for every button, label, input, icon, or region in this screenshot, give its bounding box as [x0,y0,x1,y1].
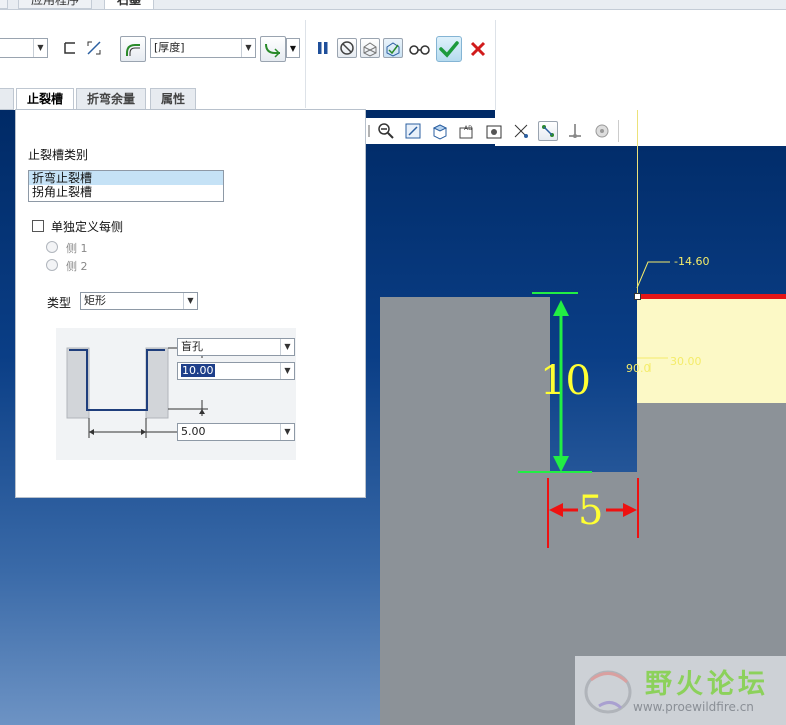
tab-bend-allowance[interactable]: 折弯余量 [76,88,147,110]
dimension-angle[interactable]: 90.0 [626,362,651,375]
list-item[interactable]: 拐角止裂槽 [29,185,223,199]
list-item[interactable]: 折弯止裂槽 [29,171,223,185]
ribbon-tab-bar: 应用程序 石墨 [0,0,786,10]
chevron-down-icon: ▼ [183,293,197,309]
plane-display-icon[interactable] [511,121,531,141]
refit-icon[interactable] [403,121,423,141]
placement-combo[interactable]: ▼ [0,38,48,58]
watermark-url: www.proewildfire.cn [633,700,754,714]
toolbar-overflow [366,121,372,141]
apply-checkmark-button[interactable] [436,36,462,62]
chevron-down-icon: ▼ [280,424,294,440]
attached-preview-icon[interactable] [360,38,380,58]
flip-direction-icon[interactable] [84,38,104,58]
forum-logo [584,670,632,714]
bend-radius-dropdown[interactable]: ▼ [286,38,300,58]
relief-diagram: 盲孔 ▼ 10.00 ▼ 5.00 ▼ [56,328,296,460]
tab-relief[interactable]: 止裂槽 [16,88,75,110]
glasses-preview-icon[interactable] [408,38,432,58]
depth-type-combo[interactable]: 盲孔 ▼ [177,338,295,356]
width-value-combo[interactable]: 5.00 ▼ [177,423,295,441]
tab-partial-left[interactable] [0,88,14,110]
side-offset-icon[interactable] [60,38,80,58]
tab-graphite[interactable]: 石墨 [104,0,155,9]
view-orientation-icon[interactable] [430,121,450,141]
relief-category-list[interactable]: 折弯止裂槽 拐角止裂槽 [28,170,224,202]
dimension-depth-label[interactable]: 10 [540,358,591,404]
pause-icon[interactable] [313,38,333,58]
bend-radius-side-icon[interactable] [260,36,286,62]
thickness-side-icon[interactable] [120,36,146,62]
annotation-display-icon[interactable] [592,121,612,141]
depth-value-combo[interactable]: 10.00 ▼ [177,362,295,380]
tab-properties[interactable]: 属性 [150,88,197,110]
chevron-down-icon: ▼ [289,43,297,53]
watermark-title: 野火论坛 [645,669,769,700]
view-manager-icon[interactable] [484,121,504,141]
dimension-right[interactable]: 30.00 [670,355,702,368]
ribbon-separator [495,20,496,110]
dashboard-subtabs: 止裂槽 折弯余量 属性 [0,88,310,110]
saved-views-icon[interactable]: AB [457,121,477,141]
view-toolbar: AB [366,118,620,144]
zoom-out-icon[interactable] [376,121,396,141]
tab-applications[interactable]: 应用程序 [18,0,93,9]
tab-partial[interactable] [0,0,8,9]
side2-label: 侧 2 [66,260,88,273]
define-each-side-label: 单独定义每侧 [51,220,124,234]
side2-radio[interactable] [46,259,58,271]
side1-radio[interactable] [46,241,58,253]
no-preview-icon[interactable] [337,38,357,58]
dimension-width-label[interactable]: 5 [578,488,603,534]
dimension-offset[interactable]: -14.60 [674,255,709,268]
chevron-down-icon: ▼ [280,363,294,379]
axis-display-icon[interactable] [538,121,558,141]
type-label: 类型 [47,296,72,310]
chevron-down-icon: ▼ [33,39,47,57]
chevron-down-icon: ▼ [280,339,294,355]
verify-mode-icon[interactable] [383,38,403,58]
chevron-down-icon: ▼ [241,39,255,57]
forum-watermark: 野火论坛 www.proewildfire.cn [575,656,786,725]
checkmark-icon [439,41,459,58]
type-combo[interactable]: 矩形 ▼ [80,292,198,310]
thickness-combo[interactable]: [厚度] ▼ [150,38,256,58]
cancel-x-icon[interactable] [468,39,488,59]
csys-display-icon[interactable] [565,121,585,141]
toolbar-separator [618,120,619,142]
svg-text:AB: AB [464,125,472,132]
relief-category-label: 止裂槽类别 [28,148,89,162]
side1-label: 侧 1 [66,242,88,255]
relief-panel: 止裂槽类别 折弯止裂槽 拐角止裂槽 单独定义每侧 侧 1 侧 2 类型 矩形▼ [15,109,366,498]
define-each-side-checkbox[interactable] [32,220,44,232]
